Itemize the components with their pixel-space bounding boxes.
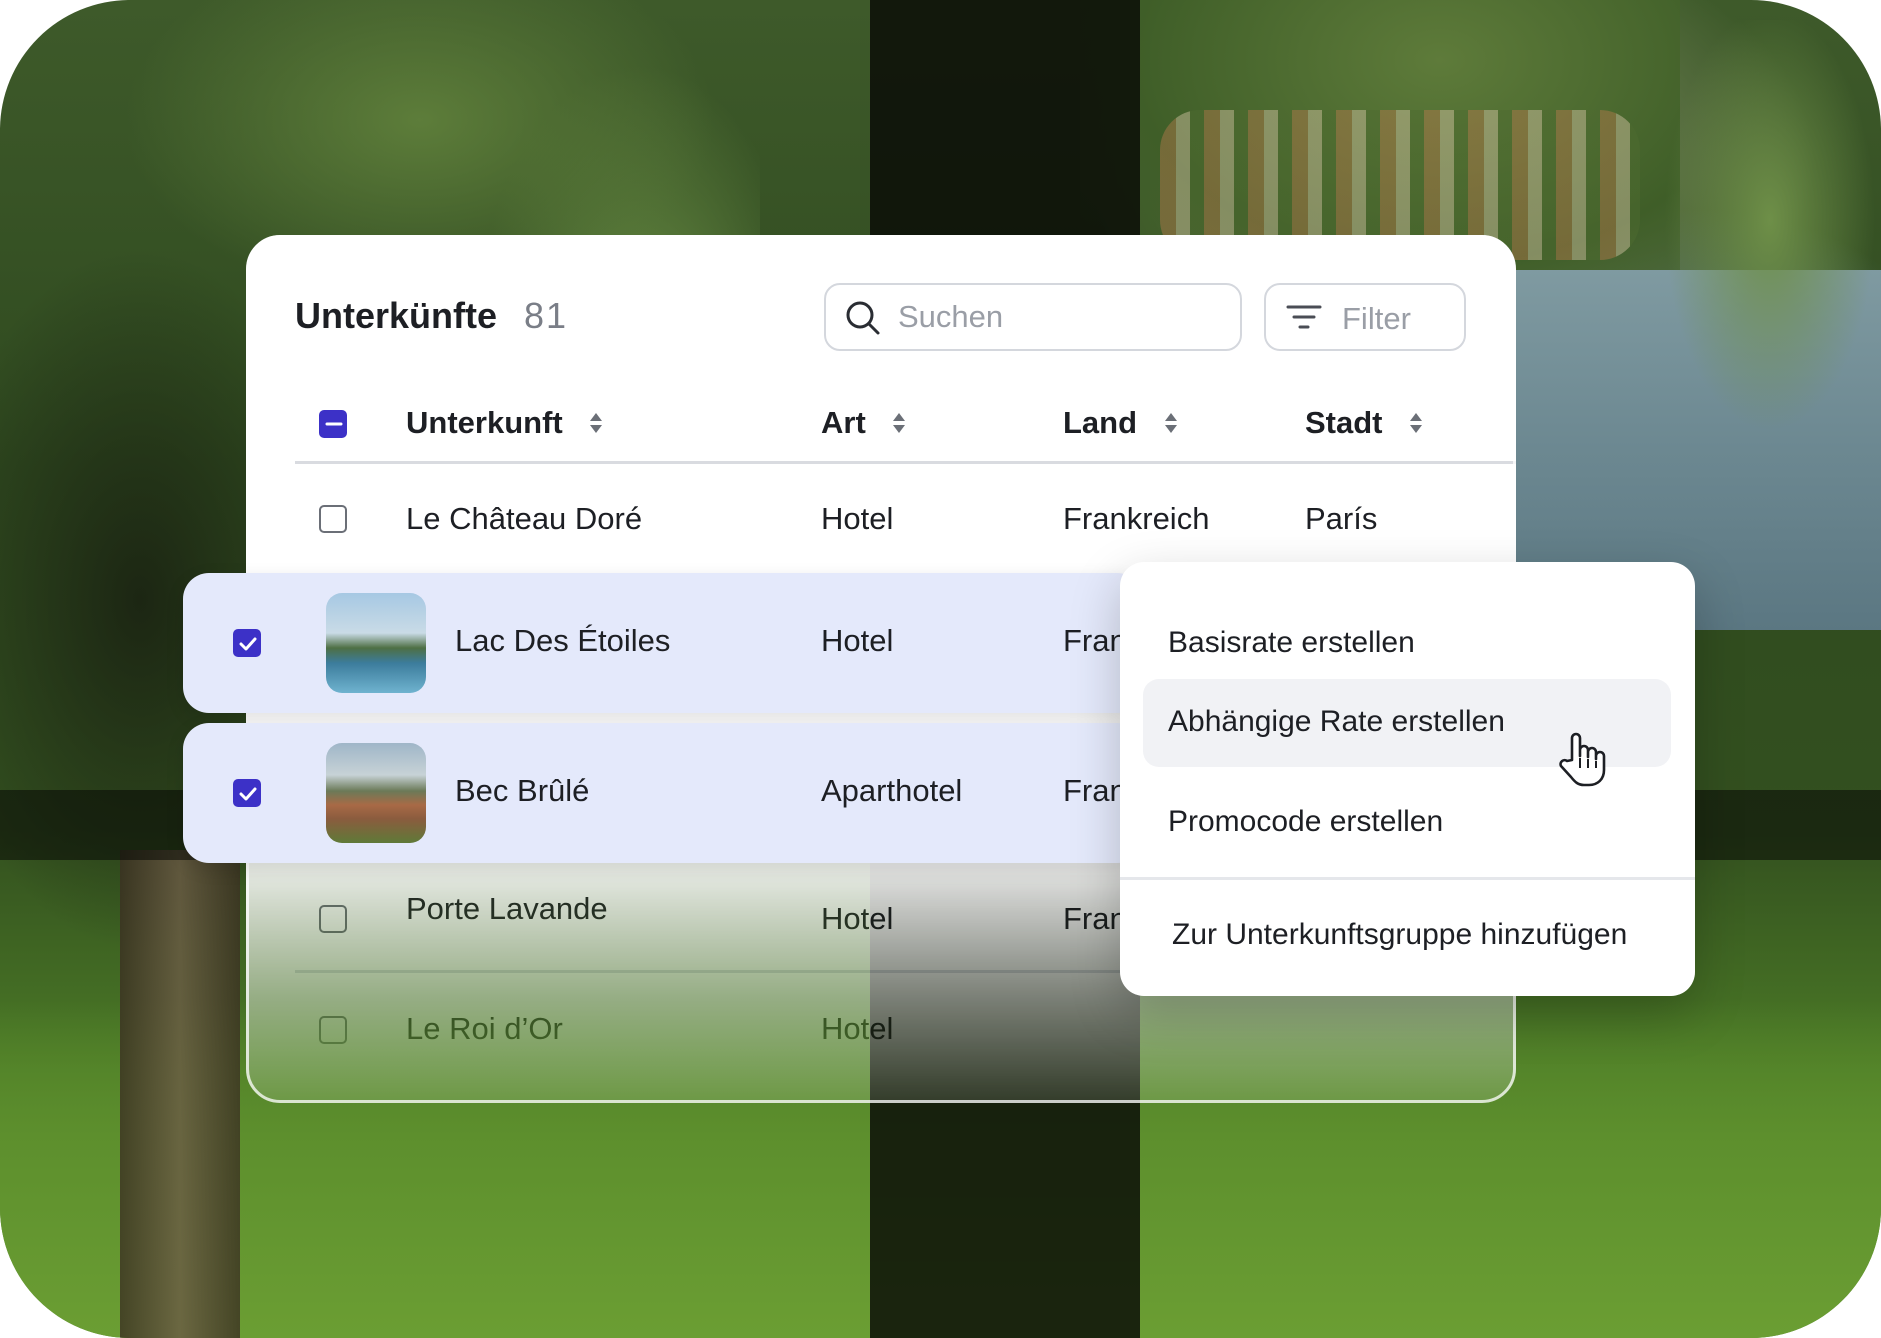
cell-art: Hotel (821, 501, 894, 536)
row-checkbox-checked[interactable] (233, 779, 261, 807)
cell-unterkunft: Lac Des Étoiles (455, 623, 671, 658)
menu-item-basisrate-erstellen[interactable]: Basisrate erstellen (1120, 600, 1695, 688)
search-box[interactable] (824, 283, 1242, 351)
property-thumbnail (326, 743, 426, 843)
column-header-label: Art (821, 405, 866, 440)
property-thumbnail (326, 593, 426, 693)
row-divider (295, 970, 1195, 973)
column-header-label: Stadt (1305, 405, 1383, 440)
table-row-selected[interactable]: Bec Brûlé Aparthotel Fran (183, 723, 1143, 863)
row-checkbox[interactable] (319, 1016, 347, 1044)
column-header-unterkunft[interactable]: Unterkunft (406, 405, 603, 441)
sort-arrows-icon (590, 412, 603, 433)
column-header-stadt[interactable]: Stadt (1305, 405, 1423, 441)
cell-unterkunft: Porte Lavande (406, 891, 608, 926)
header-divider (295, 461, 1516, 464)
filter-button[interactable]: Filter (1264, 283, 1466, 351)
page-title: Unterkünfte (295, 295, 498, 336)
menu-item-zur-unterkunftsgruppe-hinzufuegen[interactable]: Zur Unterkunftsgruppe hinzufügen (1120, 892, 1695, 980)
select-all-checkbox[interactable] (319, 410, 347, 438)
cell-unterkunft: Bec Brûlé (455, 773, 590, 808)
check-icon (239, 787, 257, 801)
cell-stadt: París (1305, 501, 1378, 536)
filter-label: Filter (1342, 301, 1411, 336)
cell-art: Hotel (821, 1011, 894, 1046)
cell-art: Hotel (821, 901, 894, 936)
cell-unterkunft: Le Roi d’Or (406, 1011, 563, 1046)
column-header-label: Unterkunft (406, 405, 563, 440)
sort-arrows-icon (1410, 412, 1423, 433)
cell-art: Aparthotel (821, 773, 963, 808)
check-icon (239, 637, 257, 651)
search-input[interactable] (898, 295, 1228, 339)
menu-item-promocode-erstellen[interactable]: Promocode erstellen (1120, 779, 1695, 867)
menu-divider (1120, 877, 1695, 880)
cell-land: Fran (1063, 773, 1127, 808)
menu-item-label: Basisrate erstellen (1168, 626, 1415, 659)
table-row-selected[interactable]: Lac Des Étoiles Hotel Fran (183, 573, 1143, 713)
sort-arrows-icon (1164, 412, 1177, 433)
cell-land: Fran (1063, 901, 1127, 936)
column-header-land[interactable]: Land (1063, 405, 1178, 441)
minus-icon (325, 422, 343, 426)
cell-land: Fran (1063, 623, 1127, 658)
row-checkbox-checked[interactable] (233, 629, 261, 657)
column-header-art[interactable]: Art (821, 405, 906, 441)
search-icon (846, 301, 880, 335)
row-checkbox[interactable] (319, 505, 347, 533)
menu-item-label: Promocode erstellen (1168, 805, 1444, 838)
cell-land: Frankreich (1063, 501, 1210, 536)
sort-arrows-icon (893, 412, 906, 433)
column-header-label: Land (1063, 405, 1138, 440)
menu-item-label: Abhängige Rate erstellen (1168, 705, 1505, 738)
hand-pointer-icon (1559, 732, 1606, 787)
row-checkbox[interactable] (319, 905, 347, 933)
cell-unterkunft: Le Château Doré (406, 501, 643, 536)
menu-item-label: Zur Unterkunftsgruppe hinzufügen (1172, 918, 1628, 951)
item-count: 81 (524, 295, 569, 336)
cell-art: Hotel (821, 623, 894, 658)
filter-lines-icon (1286, 305, 1322, 329)
background-tree-trunk (120, 850, 240, 1338)
